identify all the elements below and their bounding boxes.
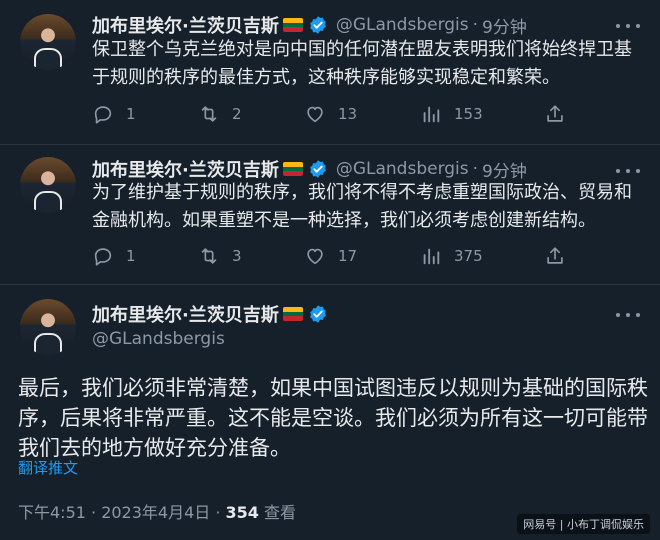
heart-icon — [307, 248, 323, 265]
lithuania-flag-icon — [282, 307, 303, 321]
more-options-icon[interactable] — [616, 16, 640, 36]
reply-count: 1 — [126, 247, 136, 265]
tweet-1[interactable]: 加布里埃尔·兰茨贝吉斯 @GLandsbergis · 9分钟 保卫整个乌克兰绝… — [0, 0, 660, 145]
avatar[interactable] — [20, 299, 76, 355]
tweet-header: 加布里埃尔·兰茨贝吉斯 @GLandsbergis · 9分钟 — [92, 12, 527, 38]
views-button[interactable]: 375 — [420, 245, 483, 267]
views-label: 查看 — [258, 503, 297, 522]
tweet-text: 最后，我们必须非常清楚，如果中国试图违反以规则为基础的国际秩序，后果将非常严重。… — [18, 376, 648, 460]
tweet-time[interactable]: 9分钟 — [482, 157, 527, 182]
translate-tweet-link[interactable]: 翻译推文 — [18, 457, 78, 478]
avatar[interactable] — [20, 157, 76, 213]
author-handle[interactable]: @GLandsbergis — [92, 329, 225, 349]
reply-icon — [94, 106, 112, 124]
like-count: 17 — [338, 247, 358, 265]
views-chart-icon — [423, 248, 440, 265]
retweet-icon — [201, 106, 217, 122]
reply-button[interactable]: 1 — [92, 245, 136, 267]
author-handle[interactable]: @GLandsbergis — [336, 159, 469, 179]
share-icon — [547, 247, 563, 264]
retweet-button[interactable]: 2 — [198, 103, 242, 125]
separator-dot: · — [472, 159, 479, 179]
author-name[interactable]: 加布里埃尔·兰茨贝吉斯 — [92, 12, 279, 38]
tweet-time[interactable]: 9分钟 — [482, 13, 527, 38]
watermark: 网易号 | 小布丁调侃娱乐 — [517, 514, 650, 534]
like-count: 13 — [338, 105, 358, 123]
share-button[interactable] — [544, 245, 566, 267]
retweet-count: 2 — [232, 105, 242, 123]
verified-badge-icon — [310, 160, 326, 178]
author-handle[interactable]: @GLandsbergis — [336, 15, 469, 35]
tweet-2[interactable]: 加布里埃尔·兰茨贝吉斯 @GLandsbergis · 9分钟 为了维护基于规则… — [0, 145, 660, 285]
reply-icon — [94, 248, 112, 266]
avatar[interactable] — [20, 14, 76, 70]
tweet-text: 为了维护基于规则的秩序，我们将不得不考虑重塑国际政治、贸易和金融机构。如果重塑不… — [92, 182, 632, 231]
view-count: 153 — [454, 105, 483, 123]
tweet-header: 加布里埃尔·兰茨贝吉斯 — [92, 301, 328, 327]
main-tweet: 加布里埃尔·兰茨贝吉斯 @GLandsbergis 最后，我们必须非常清楚，如果… — [0, 285, 660, 540]
more-options-icon[interactable] — [616, 161, 640, 181]
like-button[interactable]: 13 — [304, 103, 357, 125]
like-button[interactable]: 17 — [304, 245, 357, 267]
views-chart-icon — [423, 106, 440, 123]
view-count: 375 — [454, 247, 483, 265]
reply-count: 1 — [126, 105, 136, 123]
more-options-icon[interactable] — [616, 305, 640, 325]
reply-button[interactable]: 1 — [92, 103, 136, 125]
lithuania-flag-icon — [282, 162, 303, 176]
share-button[interactable] — [544, 103, 566, 125]
tweet-text: 保卫整个乌克兰绝对是向中国的任何潜在盟友表明我们将始终捍卫基于规则的秩序的最佳方… — [92, 39, 632, 88]
lithuania-flag-icon — [282, 18, 303, 32]
heart-icon — [307, 106, 323, 123]
tweet-timestamp[interactable]: 下午4:51 · 2023年4月4日 · — [18, 503, 226, 522]
verified-badge-icon — [310, 16, 326, 34]
separator-dot: · — [472, 15, 479, 35]
tweet-meta: 下午4:51 · 2023年4月4日 · 354 查看 — [18, 499, 296, 523]
retweet-icon — [201, 248, 217, 264]
retweet-count: 3 — [232, 247, 242, 265]
view-count: 354 — [225, 503, 259, 522]
author-name[interactable]: 加布里埃尔·兰茨贝吉斯 — [92, 301, 279, 327]
verified-badge-icon — [310, 305, 326, 323]
views-button[interactable]: 153 — [420, 103, 483, 125]
retweet-button[interactable]: 3 — [198, 245, 242, 267]
share-icon — [547, 105, 563, 122]
